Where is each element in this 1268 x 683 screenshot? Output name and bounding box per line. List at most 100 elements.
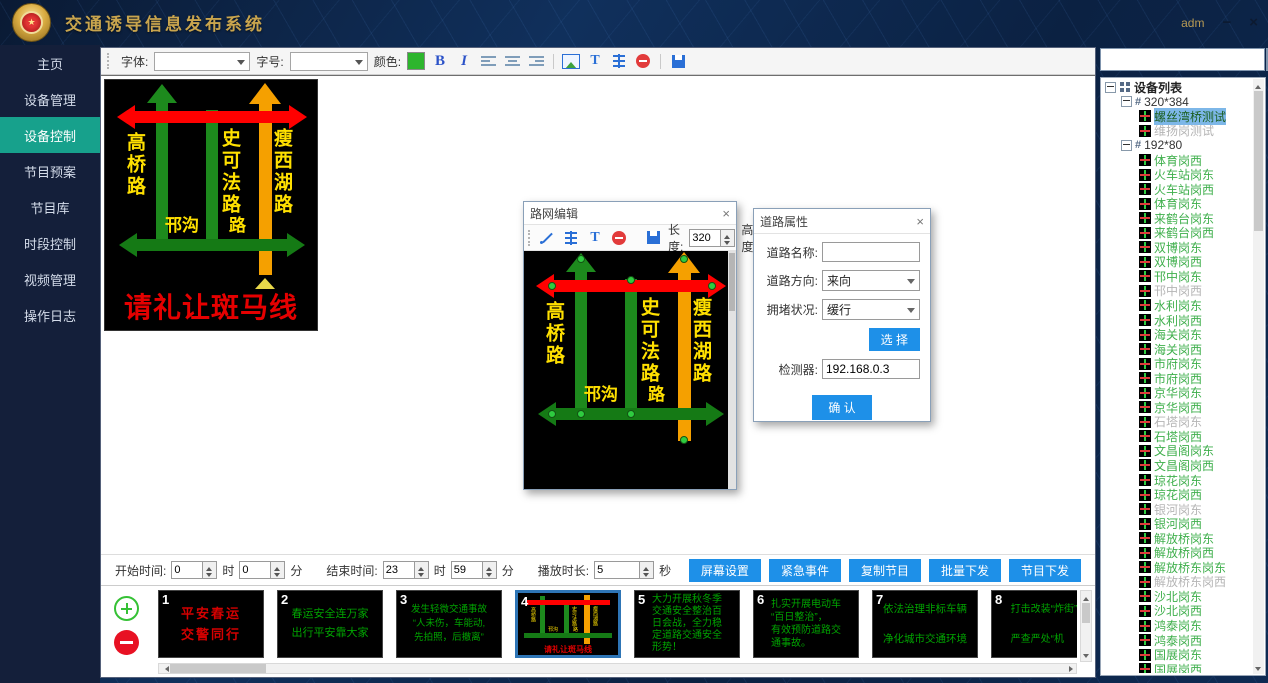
step-up-icon[interactable]: [415, 562, 428, 570]
collapse-toggle-icon[interactable]: [1105, 82, 1116, 93]
scroll-down-icon[interactable]: [1253, 663, 1264, 674]
road-network-button[interactable]: [610, 52, 628, 70]
delete-button[interactable]: [610, 229, 628, 247]
select-button[interactable]: 选 择: [869, 328, 920, 351]
copy-program-button[interactable]: 复制节目: [849, 559, 921, 582]
sidebar-item[interactable]: 操作日志: [0, 297, 100, 333]
close-icon[interactable]: ×: [722, 206, 730, 221]
control-point[interactable]: [708, 282, 716, 290]
device-item[interactable]: 维扬岗测试: [1103, 124, 1252, 139]
batch-send-button[interactable]: 批量下发: [929, 559, 1001, 582]
font-select[interactable]: [154, 52, 250, 71]
collapse-toggle-icon[interactable]: [1121, 96, 1132, 107]
road-network-button[interactable]: [562, 229, 580, 247]
control-point[interactable]: [680, 255, 688, 263]
road-name-input[interactable]: [822, 242, 920, 262]
start-minute-stepper[interactable]: [239, 561, 285, 579]
start-hour-stepper[interactable]: [171, 561, 217, 579]
end-minute-input[interactable]: [451, 561, 482, 579]
device-search-input[interactable]: [1100, 48, 1265, 71]
start-hour-input[interactable]: [171, 561, 202, 579]
close-icon[interactable]: ×: [1249, 15, 1258, 30]
italic-button[interactable]: I: [455, 52, 473, 70]
program-thumbnail[interactable]: 5 大力开展秋冬季 交通安全整治百 日会战，全力稳 定道路交通安全 形势！: [634, 590, 740, 658]
sidebar-item[interactable]: 节目库: [0, 189, 100, 225]
step-up-icon[interactable]: [721, 230, 734, 238]
program-thumbnail[interactable]: 1 平安春运 交警同行: [158, 590, 264, 658]
control-point[interactable]: [627, 276, 635, 284]
detector-input[interactable]: [822, 359, 920, 379]
control-point[interactable]: [627, 410, 635, 418]
confirm-button[interactable]: 确 认: [812, 395, 871, 420]
road-middle-bar[interactable]: [625, 279, 637, 418]
step-down-icon[interactable]: [271, 570, 284, 578]
playlist-horizontal-scrollbar[interactable]: [158, 663, 1077, 674]
end-hour-input[interactable]: [383, 561, 414, 579]
end-minute-stepper[interactable]: [451, 561, 497, 579]
program-thumbnail[interactable]: 2 春运安全连万家 出行平安靠大家: [277, 590, 383, 658]
insert-image-button[interactable]: [562, 52, 580, 70]
align-left-button[interactable]: [479, 52, 497, 70]
color-swatch[interactable]: [407, 52, 425, 70]
duration-input[interactable]: [594, 561, 639, 579]
duration-stepper[interactable]: [594, 561, 654, 579]
insert-text-button[interactable]: T: [586, 229, 604, 247]
sidebar-item[interactable]: 时段控制: [0, 225, 100, 261]
step-down-icon[interactable]: [483, 570, 496, 578]
sidebar-item[interactable]: 节目预案: [0, 153, 100, 189]
program-thumbnail-selected[interactable]: 4 高桥路 史可法路 瘦西湖路 邗沟 路 请礼让斑马线: [515, 590, 621, 658]
font-size-select[interactable]: [290, 52, 368, 71]
add-program-button[interactable]: [114, 596, 139, 621]
step-down-icon[interactable]: [415, 570, 428, 578]
program-thumbnail[interactable]: 8 打击改装“炸街” 严查严处“机: [991, 590, 1077, 658]
step-down-icon[interactable]: [721, 238, 734, 246]
sidebar-item[interactable]: 视频管理: [0, 261, 100, 297]
editor-vertical-scrollbar[interactable]: [728, 251, 736, 489]
sidebar-item[interactable]: 主页: [0, 45, 100, 81]
control-point[interactable]: [577, 255, 585, 263]
sidebar-item[interactable]: 设备管理: [0, 81, 100, 117]
align-center-button[interactable]: [503, 52, 521, 70]
road-direction-select[interactable]: 来向: [822, 270, 920, 291]
save-button[interactable]: [644, 229, 662, 247]
remove-program-button[interactable]: [114, 630, 139, 655]
program-thumbnail[interactable]: 3 发生轻微交通事故 “人未伤，车能动, 先拍照，后撤离”: [396, 590, 502, 658]
step-up-icon[interactable]: [640, 562, 653, 570]
start-minute-input[interactable]: [239, 561, 270, 579]
draw-line-button[interactable]: [538, 229, 556, 247]
step-up-icon[interactable]: [483, 562, 496, 570]
congestion-select[interactable]: 缓行: [822, 299, 920, 320]
control-point[interactable]: [548, 282, 556, 290]
length-stepper[interactable]: [689, 229, 735, 247]
scroll-down-icon[interactable]: [1081, 650, 1091, 661]
scroll-left-icon[interactable]: [159, 664, 170, 673]
step-down-icon[interactable]: [203, 570, 216, 578]
playlist-vertical-scrollbar[interactable]: [1080, 590, 1092, 662]
dialog-titlebar[interactable]: 道路属性 ×: [754, 209, 930, 234]
save-button[interactable]: [669, 52, 687, 70]
bold-button[interactable]: B: [431, 52, 449, 70]
program-thumbnail[interactable]: 6 扎实开展电动车 “百日整治”， 有效预防道路交 通事故。: [753, 590, 859, 658]
step-up-icon[interactable]: [271, 562, 284, 570]
emergency-event-button[interactable]: 紧急事件: [769, 559, 841, 582]
length-input[interactable]: [689, 229, 720, 247]
scroll-up-icon[interactable]: [1253, 79, 1264, 90]
road-editor-canvas[interactable]: 高桥路 史可法路 瘦西湖路 邗沟 路: [524, 251, 736, 489]
scroll-up-icon[interactable]: [1081, 591, 1091, 602]
program-canvas[interactable]: 高桥路 史可法路 瘦西湖路 邗沟 路 请礼让斑马线 路网编辑 × T: [101, 75, 1095, 554]
close-icon[interactable]: ×: [916, 214, 924, 229]
align-right-button[interactable]: [527, 52, 545, 70]
program-thumbnail[interactable]: 7 依法治理非标车辆 净化城市交通环境: [872, 590, 978, 658]
step-down-icon[interactable]: [640, 570, 653, 578]
sidebar-item[interactable]: 设备控制: [0, 117, 100, 153]
tree-vertical-scrollbar[interactable]: [1253, 79, 1264, 674]
tree-root[interactable]: 设备列表: [1103, 80, 1252, 95]
device-item[interactable]: 国展岗西: [1103, 662, 1252, 673]
scroll-right-icon[interactable]: [1065, 664, 1076, 673]
end-hour-stepper[interactable]: [383, 561, 429, 579]
control-point[interactable]: [680, 436, 688, 444]
control-point[interactable]: [548, 410, 556, 418]
control-point[interactable]: [577, 410, 585, 418]
dialog-titlebar[interactable]: 路网编辑 ×: [524, 202, 736, 225]
step-up-icon[interactable]: [203, 562, 216, 570]
